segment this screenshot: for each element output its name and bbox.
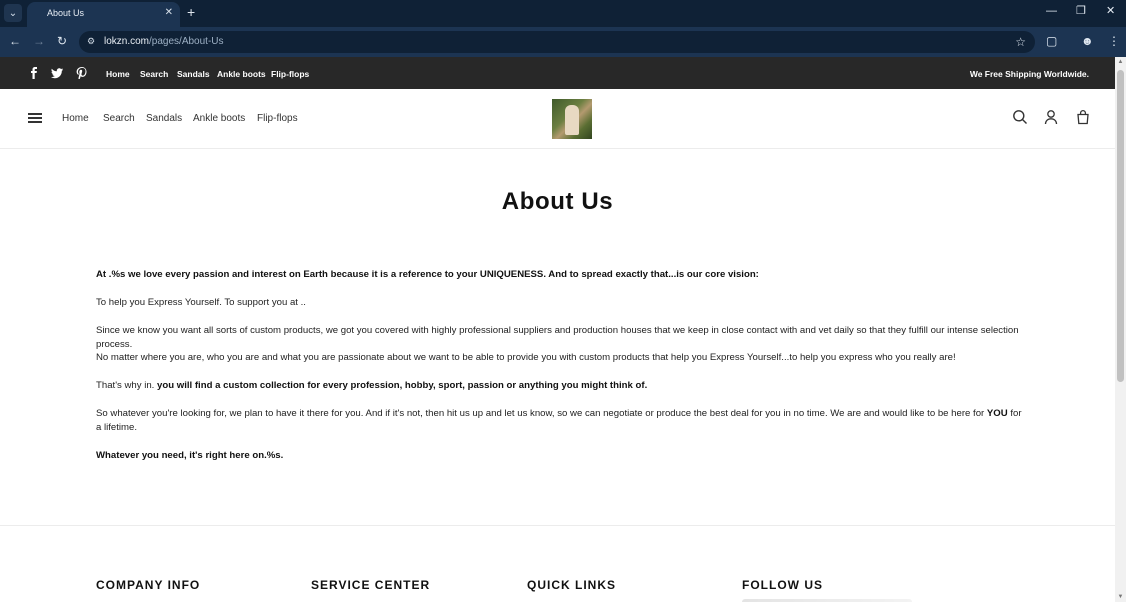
- about-paragraph-5: That's why in. you will find a custom co…: [96, 379, 1026, 393]
- forward-arrow-icon[interactable]: →: [33, 35, 45, 47]
- scroll-down-arrow-icon[interactable]: ▼: [1117, 594, 1124, 600]
- about-paragraph-1: At .%s we love every passion and interes…: [96, 268, 1026, 282]
- url-text[interactable]: lokzn.com/pages/About-Us: [104, 36, 224, 47]
- bookmark-star-icon[interactable]: ☆: [1015, 35, 1026, 49]
- hamburger-menu-icon[interactable]: [28, 113, 42, 123]
- paragraph-5-lead: That's why in.: [96, 380, 158, 391]
- url-path: /pages/About-Us: [149, 36, 224, 47]
- address-bar[interactable]: ⚙ lokzn.com/pages/About-Us ☆: [79, 31, 1035, 53]
- scroll-up-arrow-icon[interactable]: ▲: [1117, 59, 1124, 65]
- tab-search-chevron-icon[interactable]: ⌄: [4, 4, 22, 22]
- footer-heading-service-center: SERVICE CENTER: [311, 578, 431, 592]
- minimize-icon[interactable]: —: [1046, 6, 1057, 17]
- nav-search[interactable]: Search: [103, 113, 135, 124]
- back-arrow-icon[interactable]: ←: [9, 35, 21, 47]
- account-icon[interactable]: [1043, 109, 1059, 125]
- close-window-icon[interactable]: ✕: [1106, 6, 1115, 17]
- facebook-icon[interactable]: [28, 67, 40, 79]
- top-link-search[interactable]: Search: [140, 69, 168, 79]
- cart-bag-icon[interactable]: [1075, 109, 1091, 125]
- restore-icon[interactable]: ❐: [1076, 6, 1086, 17]
- nav-ankle-boots[interactable]: Ankle boots: [193, 113, 245, 124]
- top-link-flip-flops[interactable]: Flip-flops: [271, 69, 309, 79]
- top-link-home[interactable]: Home: [106, 69, 130, 79]
- browser-tabstrip: ⌄ About Us ✕ + — ❐ ✕: [0, 0, 1126, 27]
- announcement-bar: Home Search Sandals Ankle boots Flip-flo…: [0, 57, 1115, 89]
- close-tab-icon[interactable]: ✕: [165, 7, 173, 18]
- paragraph-6-part-a: So whatever you're looking for, we plan …: [96, 408, 987, 419]
- about-paragraph-7: Whatever you need, it's right here on.%s…: [96, 449, 1026, 463]
- extensions-icon[interactable]: ▢: [1046, 35, 1057, 47]
- footer-heading-company-info: COMPANY INFO: [96, 578, 201, 592]
- nav-sandals[interactable]: Sandals: [146, 113, 182, 124]
- paragraph-5-bold: you will find a custom collection for ev…: [157, 380, 648, 391]
- store-logo[interactable]: [552, 99, 592, 139]
- site-header: Home Search Sandals Ankle boots Flip-flo…: [0, 89, 1115, 149]
- about-paragraph-3: Since we know you want all sorts of cust…: [96, 325, 1019, 350]
- browser-toolbar: ← → ↻ ⚙ lokzn.com/pages/About-Us ☆ ▢ ☻ ⋮: [0, 27, 1126, 57]
- page-scrollbar[interactable]: ▲ ▼: [1115, 57, 1126, 602]
- scrollbar-thumb[interactable]: [1117, 70, 1124, 382]
- url-host: lokzn.com: [104, 36, 150, 47]
- footer-heading-follow-us: FOLLOW US: [742, 578, 823, 592]
- search-icon[interactable]: [1012, 109, 1028, 125]
- new-tab-icon[interactable]: +: [187, 5, 195, 19]
- tab-title: About Us: [47, 8, 85, 18]
- twitter-icon[interactable]: [51, 67, 63, 79]
- site-footer: COMPANY INFO SERVICE CENTER QUICK LINKS …: [0, 525, 1115, 602]
- site-info-icon[interactable]: ⚙: [87, 36, 99, 48]
- paragraph-6-you: YOU: [986, 408, 1008, 419]
- reload-icon[interactable]: ↻: [57, 35, 67, 47]
- about-paragraph-6: So whatever you're looking for, we plan …: [96, 407, 1026, 435]
- browser-menu-icon[interactable]: ⋮: [1108, 35, 1120, 47]
- about-paragraph-2: To help you Express Yourself. To support…: [96, 297, 306, 308]
- about-paragraph-4: No matter where you are, who you are and…: [96, 352, 956, 363]
- top-link-ankle-boots[interactable]: Ankle boots: [217, 69, 266, 79]
- page-viewport: Home Search Sandals Ankle boots Flip-flo…: [0, 57, 1115, 602]
- browser-tab-active[interactable]: About Us ✕: [27, 2, 180, 27]
- shipping-notice: We Free Shipping Worldwide.: [969, 69, 1089, 79]
- footer-heading-quick-links: QUICK LINKS: [527, 578, 616, 592]
- paragraph-7-text: Whatever you need, it's right here on.%s…: [96, 450, 284, 461]
- page-title: About Us: [501, 188, 614, 215]
- profile-icon[interactable]: ☻: [1081, 35, 1094, 47]
- pinterest-icon[interactable]: [76, 67, 88, 79]
- paragraph-1-text: At .%s we love every passion and interes…: [96, 269, 759, 280]
- nav-flip-flops[interactable]: Flip-flops: [257, 113, 298, 124]
- nav-home[interactable]: Home: [62, 113, 89, 124]
- top-link-sandals[interactable]: Sandals: [177, 69, 210, 79]
